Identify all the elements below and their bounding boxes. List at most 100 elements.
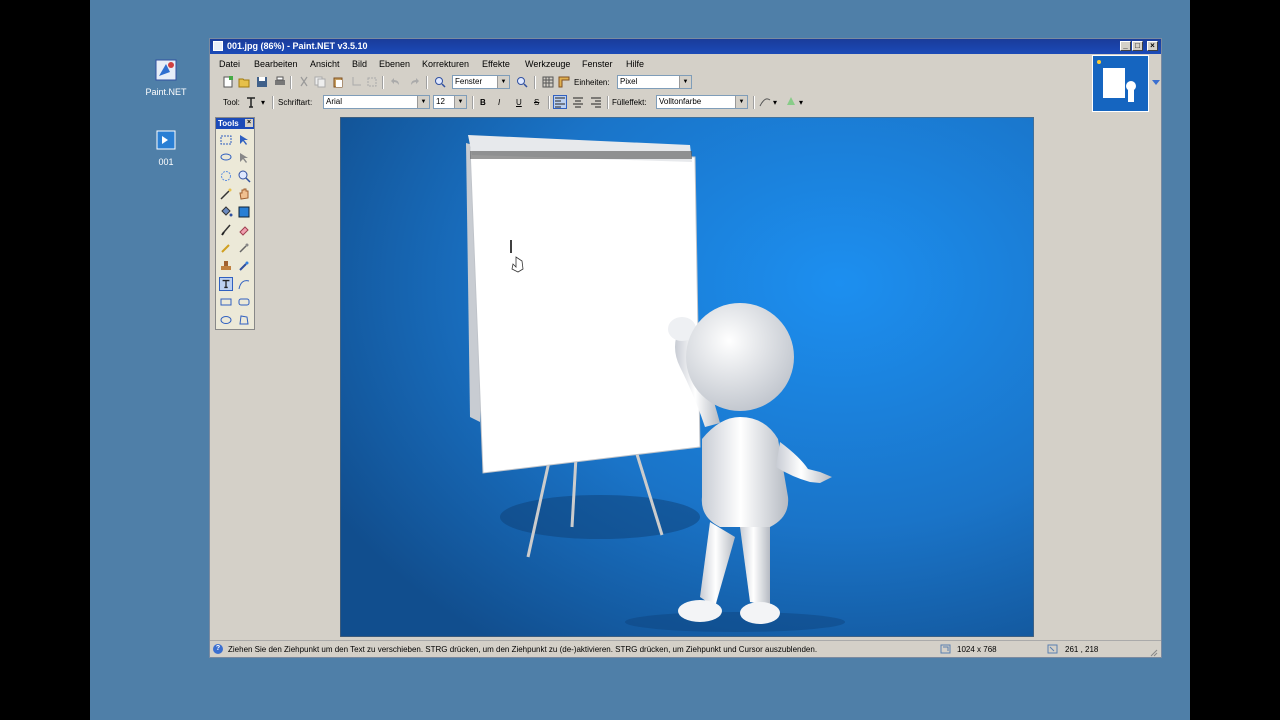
cut-icon[interactable] — [298, 76, 310, 88]
chevron-down-icon: ▼ — [454, 96, 466, 108]
maximize-button[interactable]: □ — [1132, 41, 1143, 51]
desktop-icon-label: Paint.NET — [145, 87, 187, 97]
minimize-button[interactable]: _ — [1120, 41, 1131, 51]
copy-icon[interactable] — [314, 76, 326, 88]
freeform-shape-icon[interactable] — [237, 313, 251, 327]
align-center-icon[interactable] — [572, 96, 584, 108]
paintbrush-icon[interactable] — [219, 223, 233, 237]
tool-dropdown-chevron-icon[interactable]: ▾ — [261, 98, 265, 107]
new-file-icon[interactable] — [222, 76, 234, 88]
tool-options-toolbar: Tool: ▾ Schriftart: Arial ▼ 12 ▼ B I U S F… — [214, 94, 814, 111]
image-thumbnail[interactable] — [1092, 55, 1149, 112]
underline-button[interactable]: U — [516, 98, 522, 107]
paintnet-window: 001.jpg (86%) - Paint.NET v3.5.10 _ □ × … — [209, 38, 1162, 658]
chevron-down-icon: ▼ — [679, 76, 691, 88]
bold-button[interactable]: B — [480, 98, 486, 107]
thumbnail-expand-icon[interactable] — [1151, 79, 1161, 87]
cursor-position-icon — [1047, 644, 1058, 654]
gradient-icon[interactable] — [237, 205, 251, 219]
menu-bar: Datei Bearbeiten Ansicht Bild Ebenen Kor… — [210, 56, 1090, 72]
align-left-icon[interactable] — [553, 95, 567, 109]
blend-mode-icon[interactable] — [785, 96, 797, 108]
ellipse-select-icon[interactable] — [219, 169, 233, 183]
grid-icon[interactable] — [542, 76, 554, 88]
paintnet-app-icon — [155, 59, 177, 81]
toolbar-separator — [272, 96, 274, 109]
image-file-icon — [156, 130, 176, 150]
ruler-icon[interactable] — [558, 76, 570, 88]
align-right-icon[interactable] — [590, 96, 602, 108]
menu-bearbeiten[interactable]: Bearbeiten — [254, 59, 298, 69]
desktop-icon-paintnet[interactable]: Paint.NET — [136, 58, 196, 97]
crop-to-selection-icon[interactable] — [350, 76, 362, 88]
menu-korrekturen[interactable]: Korrekturen — [422, 59, 469, 69]
antialiasing-chevron-icon[interactable]: ▾ — [773, 98, 777, 107]
recolor-icon[interactable] — [237, 259, 251, 273]
rectangle-select-icon[interactable] — [219, 133, 233, 147]
units-value: Pixel — [620, 77, 638, 86]
text-tool-icon[interactable] — [245, 96, 257, 108]
undo-icon[interactable] — [390, 76, 402, 88]
menu-hilfe[interactable]: Hilfe — [626, 59, 644, 69]
italic-button[interactable]: I — [498, 98, 500, 107]
resize-grip-icon[interactable] — [1148, 647, 1158, 657]
image-canvas[interactable] — [340, 117, 1034, 637]
fill-label: Fülleffekt: — [612, 98, 647, 107]
print-icon[interactable] — [274, 76, 286, 88]
move-selected-icon[interactable] — [237, 133, 251, 147]
font-size-value: 12 — [436, 97, 445, 106]
toolbar-separator — [548, 96, 550, 109]
menu-effekte[interactable]: Effekte — [482, 59, 510, 69]
font-label: Schriftart: — [278, 98, 313, 107]
toolbar-separator — [290, 76, 292, 89]
desktop-icon-001[interactable]: 001 — [136, 128, 196, 167]
lasso-select-icon[interactable] — [219, 151, 233, 165]
redo-icon[interactable] — [408, 76, 420, 88]
open-folder-icon[interactable] — [238, 76, 250, 88]
font-size-select[interactable]: 12 ▼ — [433, 95, 467, 109]
save-icon[interactable] — [256, 76, 268, 88]
help-icon: ? — [213, 644, 223, 654]
rectangle-icon[interactable] — [219, 295, 233, 309]
color-picker-icon[interactable] — [237, 241, 251, 255]
zoom-in-icon[interactable] — [516, 76, 528, 88]
menu-bild[interactable]: Bild — [352, 59, 367, 69]
antialiasing-icon[interactable] — [759, 96, 771, 108]
magic-wand-icon[interactable] — [219, 187, 233, 201]
zoom-icon[interactable] — [237, 169, 251, 183]
close-button[interactable]: × — [1147, 41, 1158, 51]
zoom-out-icon[interactable] — [434, 76, 446, 88]
move-selection-icon[interactable] — [237, 151, 251, 165]
font-select[interactable]: Arial ▼ — [323, 95, 430, 109]
eraser-icon[interactable] — [237, 223, 251, 237]
menu-ansicht[interactable]: Ansicht — [310, 59, 340, 69]
menu-ebenen[interactable]: Ebenen — [379, 59, 410, 69]
rounded-rectangle-icon[interactable] — [237, 295, 251, 309]
text-tool-icon[interactable] — [219, 277, 233, 291]
menu-datei[interactable]: Datei — [219, 59, 240, 69]
title-bar[interactable]: 001.jpg (86%) - Paint.NET v3.5.10 _ □ × — [210, 39, 1161, 54]
fill-value: Volltonfarbe — [659, 97, 702, 106]
ellipse-icon[interactable] — [219, 313, 233, 327]
status-message: Ziehen Sie den Ziehpunkt um den Text zu … — [228, 645, 818, 654]
pan-hand-icon[interactable] — [237, 187, 251, 201]
tools-panel-title[interactable]: Tools × — [216, 118, 254, 129]
menu-fenster[interactable]: Fenster — [582, 59, 613, 69]
desktop-icon-label: 001 — [158, 157, 174, 167]
paste-icon[interactable] — [332, 76, 344, 88]
fill-select[interactable]: Volltonfarbe ▼ — [656, 95, 748, 109]
tools-close-button[interactable]: × — [245, 119, 253, 127]
blend-mode-chevron-icon[interactable]: ▾ — [799, 98, 803, 107]
zoom-select[interactable]: Fenster ▼ — [452, 75, 510, 89]
units-select[interactable]: Pixel ▼ — [617, 75, 692, 89]
menu-werkzeuge[interactable]: Werkzeuge — [525, 59, 570, 69]
tools-title-text: Tools — [218, 119, 239, 128]
chevron-down-icon: ▼ — [417, 96, 429, 108]
clone-stamp-icon[interactable] — [219, 259, 233, 273]
paint-bucket-icon[interactable] — [219, 205, 233, 219]
zoom-value: Fenster — [455, 77, 483, 86]
strikethrough-button[interactable]: S — [534, 98, 539, 107]
line-curve-icon[interactable] — [237, 277, 251, 291]
pencil-icon[interactable] — [219, 241, 233, 255]
deselect-icon[interactable] — [366, 76, 378, 88]
